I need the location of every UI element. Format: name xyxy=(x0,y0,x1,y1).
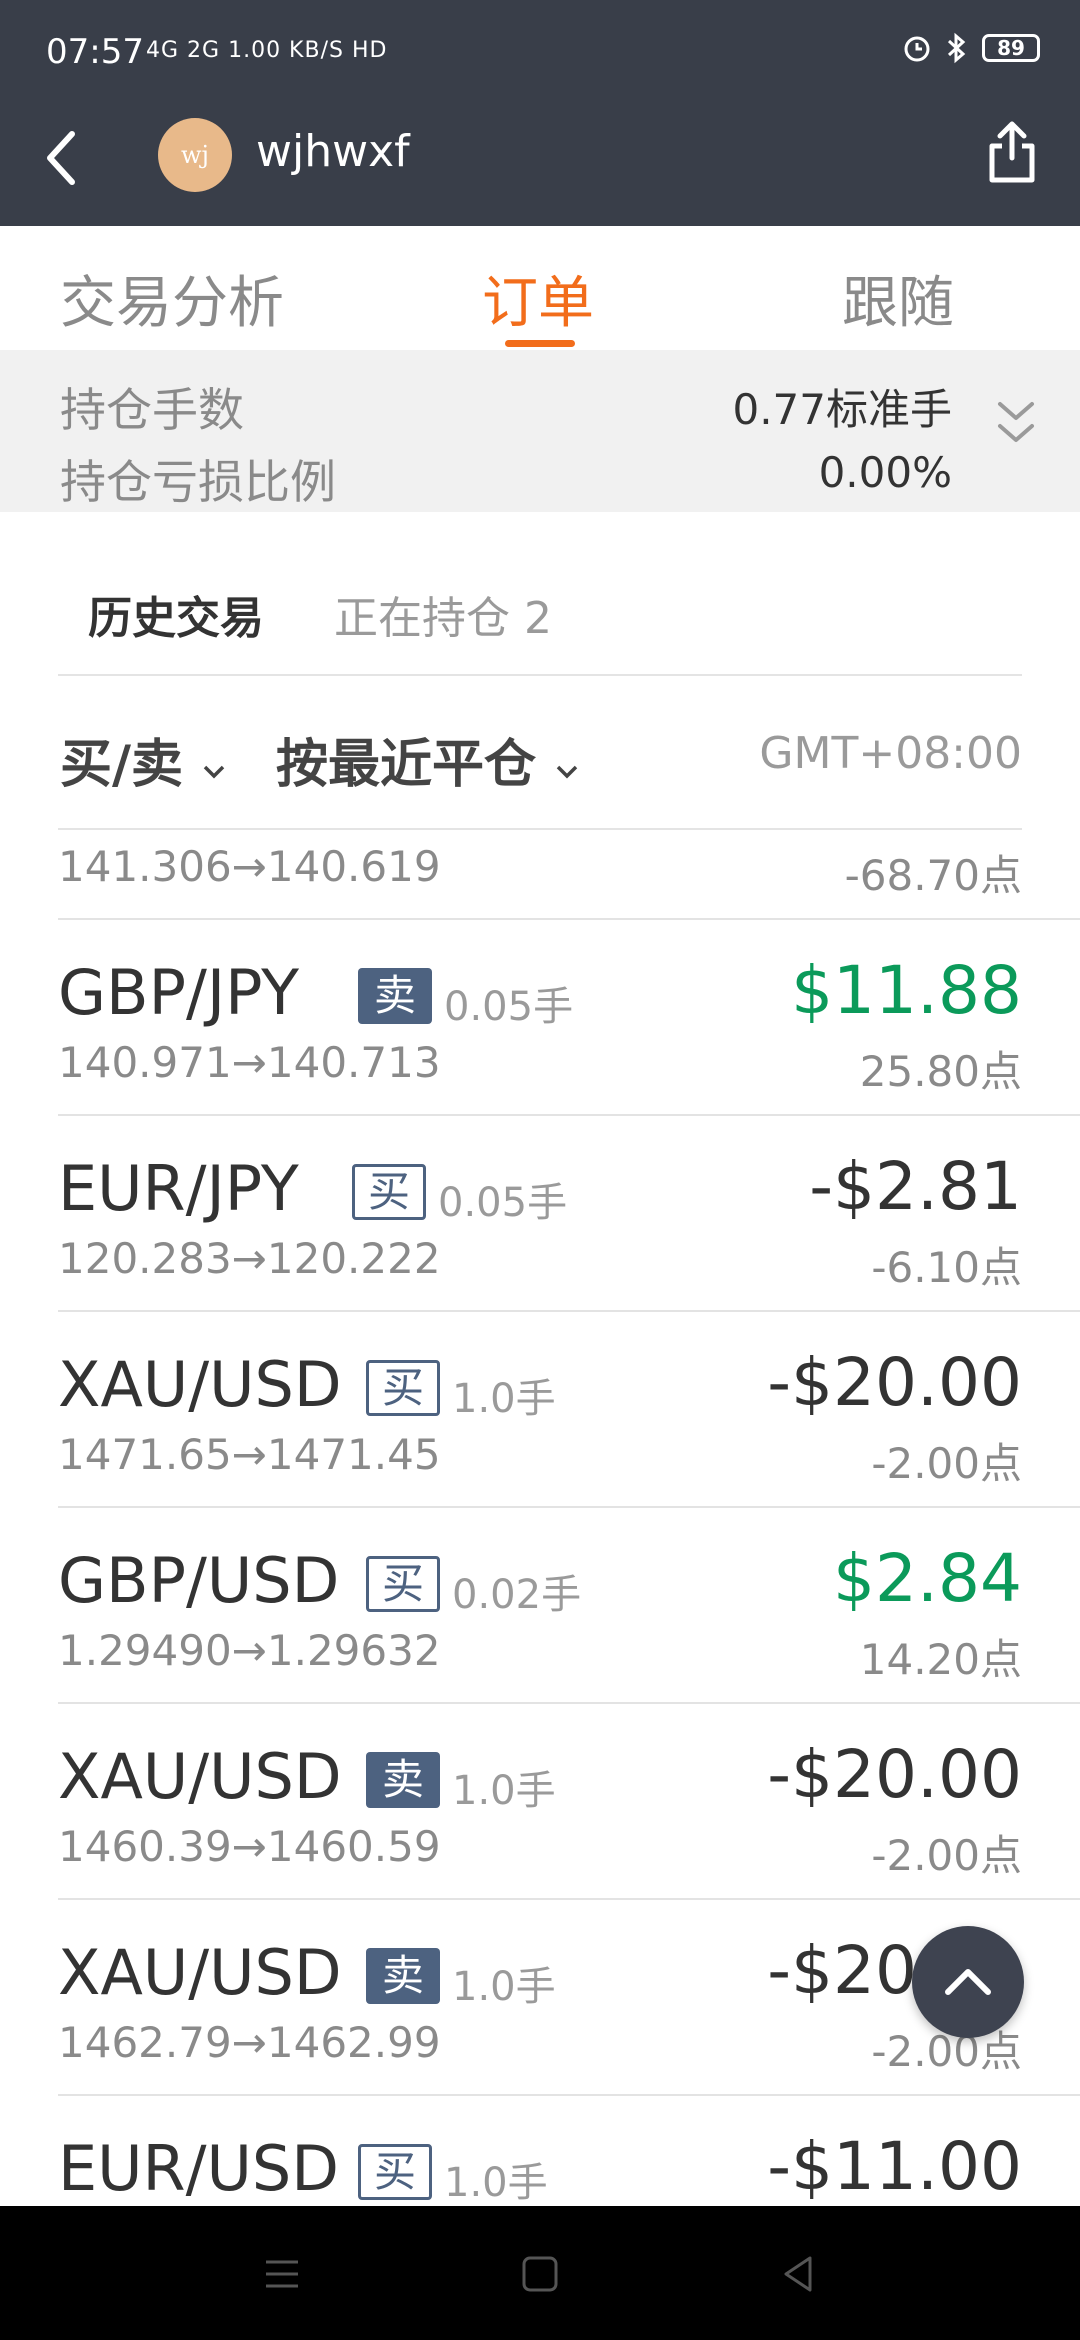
side-badge: 买 xyxy=(366,1556,440,1612)
order-row[interactable]: EUR/USD 买 1.0手 -$11.00 xyxy=(0,2096,1080,2206)
side-badge: 卖 xyxy=(358,968,432,1024)
order-pnl: $2.84 xyxy=(833,1540,1022,1617)
order-lots: 0.02手 xyxy=(452,1572,582,1618)
order-points: -2.00点 xyxy=(871,1439,1022,1488)
order-points: 14.20点 xyxy=(859,1635,1022,1684)
order-points: 25.80点 xyxy=(859,1047,1022,1096)
subtab-history[interactable]: 历史交易 xyxy=(88,582,264,646)
order-pnl: -$11.00 xyxy=(767,2128,1022,2205)
side-filter-label: 买/卖 xyxy=(60,735,183,795)
share-icon[interactable] xyxy=(982,118,1042,186)
side-badge: 卖 xyxy=(366,1752,440,1808)
active-tab-indicator xyxy=(505,340,575,347)
order-points: -6.10点 xyxy=(871,1243,1022,1292)
tab-analysis[interactable]: 交易分析 xyxy=(60,258,284,339)
system-navbar xyxy=(0,2206,1080,2340)
order-pair: EUR/JPY xyxy=(58,1152,299,1225)
side-filter[interactable]: 买/卖 xyxy=(60,722,227,797)
side-badge: 卖 xyxy=(366,1948,440,2004)
order-prices: 1462.79→1462.99 xyxy=(58,2018,441,2067)
lots-value: 0.77标准手 xyxy=(732,385,952,434)
back-icon[interactable] xyxy=(774,2250,822,2298)
order-prices: 1.29490→1.29632 xyxy=(58,1626,441,1675)
bluetooth-icon xyxy=(947,32,966,64)
order-lots: 1.0手 xyxy=(452,1964,556,2010)
order-points: -2.00点 xyxy=(871,1831,1022,1880)
sort-filter-label: 按最近平仓 xyxy=(276,735,537,795)
order-prices: 1460.39→1460.59 xyxy=(58,1822,441,1871)
status-bar: 07:57 4G 2G 1.00 KB/S HD 89 xyxy=(46,32,1040,76)
chevron-down-icon xyxy=(203,765,225,779)
order-pair: GBP/JPY xyxy=(58,956,300,1029)
order-lots: 1.0手 xyxy=(452,1376,556,1422)
order-row[interactable]: XAU/USD 卖 1.0手 -$20.00 1460.39→1460.59 -… xyxy=(0,1704,1080,1900)
order-pnl: -$2.81 xyxy=(809,1148,1022,1225)
tab-follow[interactable]: 跟随 xyxy=(842,258,954,339)
chevron-up-icon xyxy=(945,1969,991,1995)
status-icons: 89 xyxy=(902,32,1040,64)
tab-orders[interactable]: 订单 xyxy=(482,258,594,339)
status-time: 07:57 xyxy=(46,32,144,72)
lots-label: 持仓手数 xyxy=(60,383,244,437)
tab-bar: 交易分析 订单 跟随 xyxy=(0,236,1080,348)
side-badge: 买 xyxy=(358,2144,432,2200)
order-row[interactable]: GBP/USD 买 0.02手 $2.84 1.29490→1.29632 14… xyxy=(0,1508,1080,1704)
order-row[interactable]: 141.306→140.619 -68.70点 xyxy=(0,830,1080,920)
chevron-down-icon xyxy=(556,765,578,779)
order-pair: EUR/USD xyxy=(58,2132,339,2205)
order-pnl: -$20.00 xyxy=(767,1736,1022,1813)
order-lots: 0.05手 xyxy=(438,1180,568,1226)
expand-chevron-icon[interactable] xyxy=(994,396,1038,450)
order-lots: 1.0手 xyxy=(452,1768,556,1814)
app-header: 07:57 4G 2G 1.00 KB/S HD 89 wj wjhwxf xyxy=(0,0,1080,226)
order-prices: 141.306→140.619 xyxy=(58,842,441,891)
loss-ratio-value: 0.00% xyxy=(818,448,952,497)
order-prices: 1471.65→1471.45 xyxy=(58,1430,441,1479)
position-summary: 持仓手数 0.77标准手 持仓亏损比例 0.00% xyxy=(0,350,1080,512)
sort-filter[interactable]: 按最近平仓 xyxy=(276,722,580,797)
order-pair: XAU/USD xyxy=(58,1936,342,2009)
network-indicator: 4G 2G 1.00 KB/S HD xyxy=(146,38,388,63)
order-prices: 140.971→140.713 xyxy=(58,1038,441,1087)
side-badge: 买 xyxy=(366,1360,440,1416)
loss-ratio-label: 持仓亏损比例 xyxy=(60,455,336,509)
filter-row: 买/卖 按最近平仓 GMT+08:00 xyxy=(0,700,1080,830)
alarm-icon xyxy=(904,36,930,62)
order-row[interactable]: GBP/JPY 卖 0.05手 $11.88 140.971→140.713 2… xyxy=(0,920,1080,1116)
divider xyxy=(58,674,1022,676)
avatar[interactable]: wj xyxy=(158,118,232,192)
order-pair: XAU/USD xyxy=(58,1740,342,1813)
order-pair: XAU/USD xyxy=(58,1348,342,1421)
order-row[interactable]: EUR/JPY 买 0.05手 -$2.81 120.283→120.222 -… xyxy=(0,1116,1080,1312)
home-icon[interactable] xyxy=(516,2250,564,2298)
menu-icon[interactable] xyxy=(258,2250,306,2298)
scroll-top-button[interactable] xyxy=(912,1926,1024,2038)
order-row[interactable]: XAU/USD 买 1.0手 -$20.00 1471.65→1471.45 -… xyxy=(0,1312,1080,1508)
order-subtabs: 历史交易 正在持仓 2 xyxy=(0,560,1080,660)
battery-icon: 89 xyxy=(982,34,1040,62)
back-arrow-icon[interactable] xyxy=(40,128,84,188)
order-prices: 120.283→120.222 xyxy=(58,1234,441,1283)
order-pair: GBP/USD xyxy=(58,1544,340,1617)
order-lots: 0.05手 xyxy=(444,984,574,1030)
subtab-open-positions[interactable]: 正在持仓 2 xyxy=(334,582,552,646)
side-badge: 买 xyxy=(352,1164,426,1220)
order-points: -68.70点 xyxy=(844,851,1022,900)
username: wjhwxf xyxy=(256,126,410,177)
order-lots: 1.0手 xyxy=(444,2160,548,2206)
timezone-label: GMT+08:00 xyxy=(759,728,1022,779)
order-pnl: -$20.00 xyxy=(767,1344,1022,1421)
order-pnl: $11.88 xyxy=(791,952,1022,1029)
